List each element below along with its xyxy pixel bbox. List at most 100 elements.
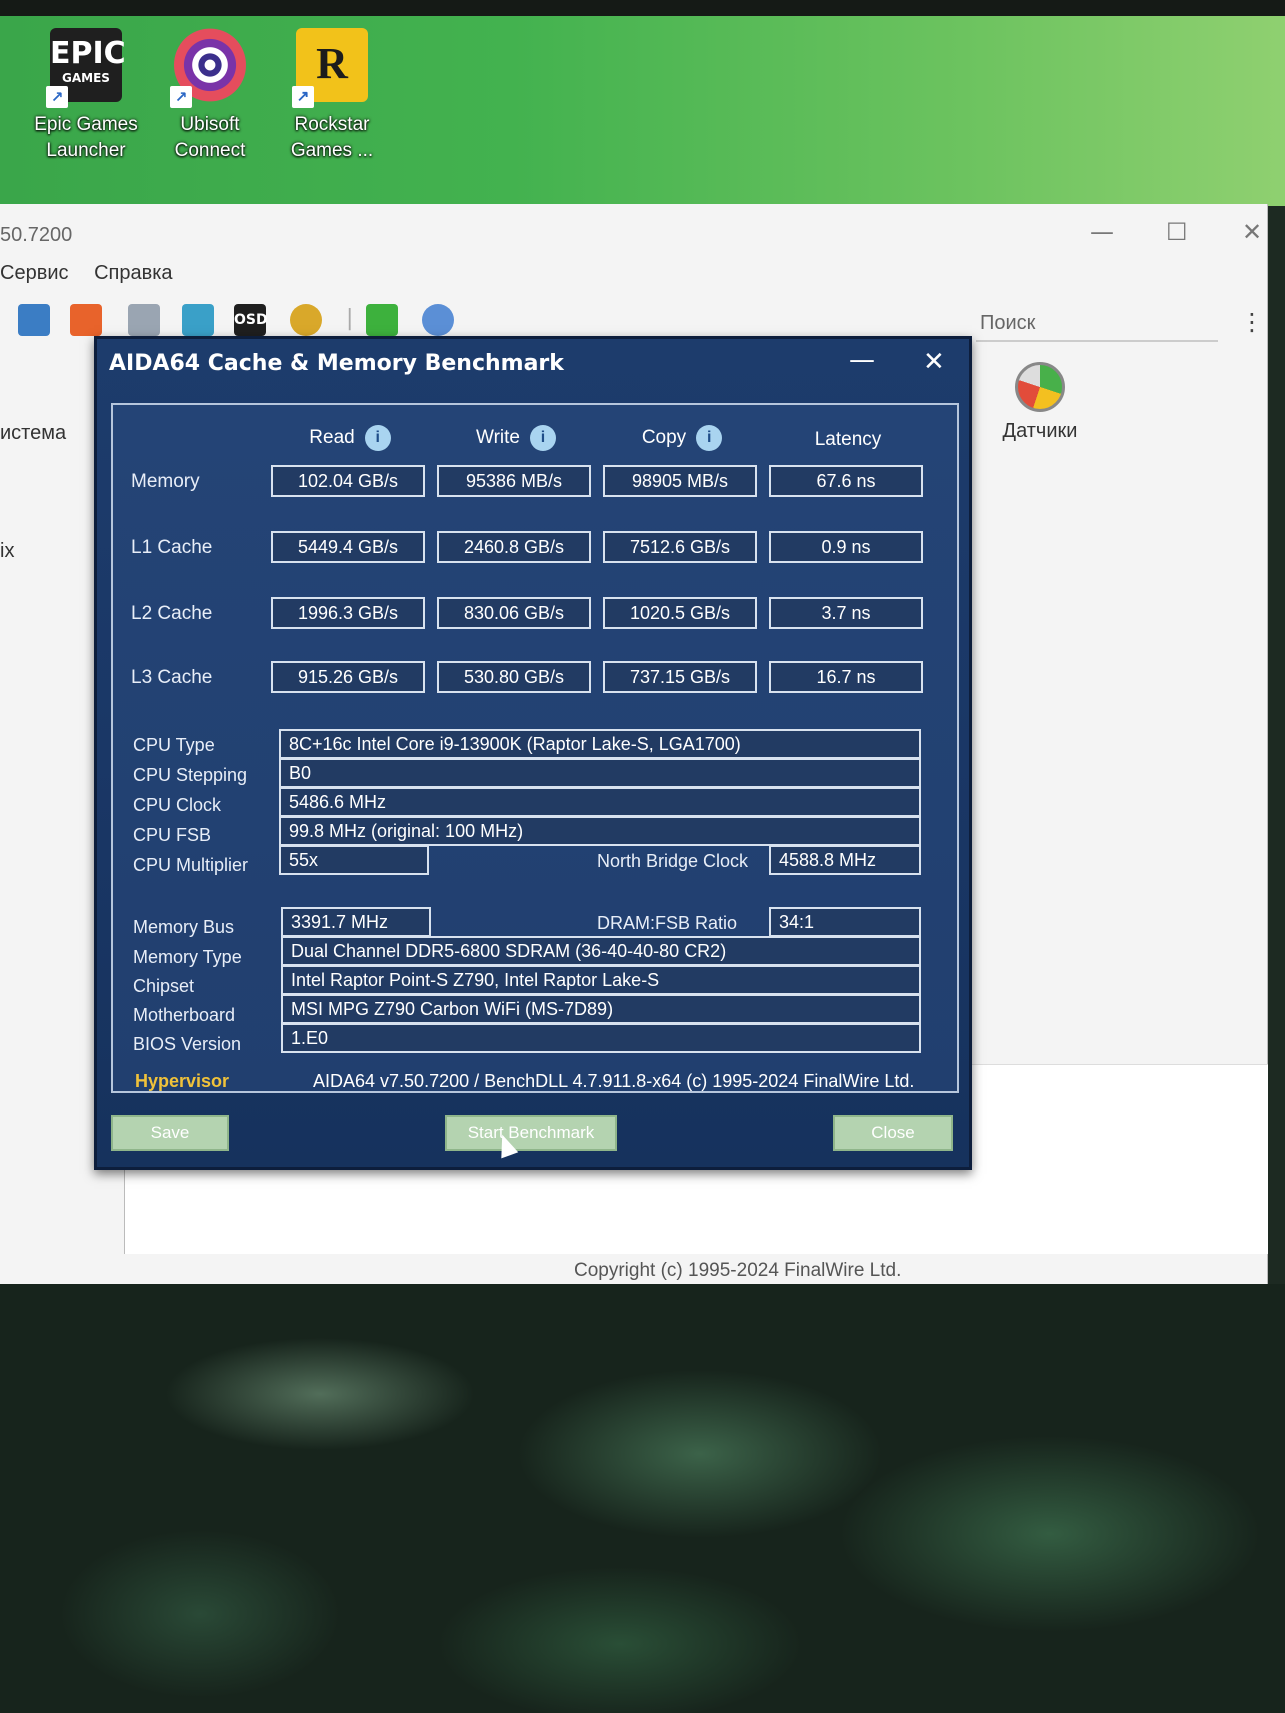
cpu-multiplier-label: CPU Multiplier	[133, 855, 249, 875]
desktop-icon-label: Epic Games	[34, 114, 138, 135]
cpu-clock-label: CPU Clock	[133, 795, 222, 815]
desktop-icon-label: Ubisoft	[180, 114, 240, 135]
users-icon[interactable]	[182, 304, 214, 336]
bios-version-label: BIOS Version	[133, 1034, 242, 1054]
north-bridge-clock-value: 4588.8 MHz	[769, 845, 921, 875]
chipset-label: Chipset	[133, 976, 195, 996]
shortcut-arrow-icon: ↗	[46, 86, 68, 108]
epic-games-icon: EPIC GAMES ↗	[46, 28, 126, 108]
dialog-close-button[interactable]: ✕	[923, 347, 945, 377]
save-button[interactable]: Save	[111, 1115, 229, 1151]
desktop-wallpaper-bottom	[0, 1284, 1285, 1713]
row-label-l1-cache: L1 Cache	[131, 537, 213, 558]
menu-item-help[interactable]: Справка	[94, 262, 172, 284]
row-label-l3-cache: L3 Cache	[131, 667, 213, 688]
cpu-fsb-value: 99.8 MHz (original: 100 MHz)	[279, 816, 921, 846]
close-dialog-button[interactable]: Close	[833, 1115, 953, 1151]
benchmark-results-panel: Read i Write i Copy i Latency Memory 102.04…	[111, 403, 959, 1093]
desktop-icon-epic-games[interactable]: EPIC GAMES ↗ Epic Games Launcher	[26, 28, 146, 164]
sensors-label: Датчики	[1002, 420, 1078, 442]
more-options-icon[interactable]: ⋮	[1240, 308, 1264, 336]
hypervisor-link[interactable]: Hypervisor	[135, 1071, 229, 1092]
l1-latency-value: 0.9 ns	[769, 531, 923, 563]
monitor-bezel	[0, 0, 1285, 16]
computer-icon[interactable]	[18, 304, 50, 336]
column-header-write: Write i	[439, 425, 593, 451]
gauge-icon[interactable]	[290, 304, 322, 336]
motherboard-value: MSI MPG Z790 Carbon WiFi (MS-7D89)	[281, 994, 921, 1024]
report-icon[interactable]	[128, 304, 160, 336]
flame-icon[interactable]	[70, 304, 102, 336]
memory-type-label: Memory Type	[133, 947, 242, 967]
close-button[interactable]: ✕	[1242, 218, 1262, 246]
l2-copy-value: 1020.5 GB/s	[603, 597, 757, 629]
shortcut-arrow-icon: ↗	[170, 86, 192, 108]
desktop-icon-label: Connect	[174, 140, 246, 161]
menu-item-service[interactable]: Сервис	[0, 262, 69, 284]
l1-write-value: 2460.8 GB/s	[437, 531, 591, 563]
info-icon[interactable]: i	[364, 425, 391, 451]
version-text: AIDA64 v7.50.7200 / BenchDLL 4.7.911.8-x…	[313, 1071, 915, 1091]
dram-fsb-ratio-label: DRAM:FSB Ratio	[597, 913, 738, 933]
l1-copy-value: 7512.6 GB/s	[603, 531, 757, 563]
cpu-fsb-label: CPU FSB	[133, 825, 212, 845]
menu-bar: Сервис Справка	[0, 262, 193, 285]
desktop-icon-label: Launcher	[46, 140, 126, 161]
memory-latency-value: 67.6 ns	[769, 465, 923, 497]
memory-copy-value: 98905 MB/s	[603, 465, 757, 497]
dram-fsb-ratio-value: 34:1	[769, 907, 921, 937]
desktop-wallpaper-top: EPIC GAMES ↗ Epic Games Launcher ↗ Ubiso…	[0, 0, 1285, 206]
l2-latency-value: 3.7 ns	[769, 597, 923, 629]
north-bridge-clock-label: North Bridge Clock	[597, 851, 749, 871]
l3-copy-value: 737.15 GB/s	[603, 661, 757, 693]
cpu-stepping-value: B0	[279, 758, 921, 788]
search-icon[interactable]	[422, 304, 454, 336]
window-title: 50.7200	[0, 224, 73, 246]
minimize-button[interactable]: —	[1090, 218, 1114, 246]
memory-bus-value: 3391.7 MHz	[281, 907, 431, 937]
benchmark-dialog: AIDA64 Cache & Memory Benchmark — ✕ Read…	[94, 336, 972, 1170]
cpu-multiplier-value: 55x	[279, 845, 429, 875]
desktop-icon-rockstar[interactable]: R ↗ Rockstar Games ...	[272, 28, 392, 164]
l2-read-value: 1996.3 GB/s	[271, 597, 425, 629]
l1-read-value: 5449.4 GB/s	[271, 531, 425, 563]
cpu-type-value: 8C+16c Intel Core i9-13900K (Raptor Lake…	[279, 729, 921, 759]
bios-version-value: 1.E0	[281, 1023, 921, 1053]
memory-type-value: Dual Channel DDR5-6800 SDRAM (36-40-40-8…	[281, 936, 921, 966]
l3-write-value: 530.80 GB/s	[437, 661, 591, 693]
l3-read-value: 915.26 GB/s	[271, 661, 425, 693]
cpu-type-label: CPU Type	[133, 735, 215, 755]
info-icon[interactable]: i	[696, 425, 723, 451]
cpu-clock-value: 5486.6 MHz	[279, 787, 921, 817]
l3-latency-value: 16.7 ns	[769, 661, 923, 693]
desktop-icon-label: Games ...	[290, 140, 374, 161]
memory-bus-label: Memory Bus	[133, 917, 235, 937]
row-label-memory: Memory	[131, 471, 200, 492]
motherboard-label: Motherboard	[133, 1005, 236, 1025]
start-benchmark-button[interactable]: Start Benchmark	[445, 1115, 617, 1151]
column-header-read: Read i	[273, 425, 427, 451]
memory-write-value: 95386 MB/s	[437, 465, 591, 497]
osd-icon[interactable]: OSD	[234, 304, 268, 336]
rockstar-icon: R ↗	[292, 28, 368, 108]
info-icon[interactable]: i	[529, 425, 556, 451]
chipset-value: Intel Raptor Point-S Z790, Intel Raptor …	[281, 965, 921, 995]
maximize-button[interactable]: ☐	[1166, 218, 1188, 246]
tree-item-system[interactable]: истема	[0, 422, 66, 445]
memory-read-value: 102.04 GB/s	[271, 465, 425, 497]
copyright-text: Copyright (c) 1995-2024 FinalWire Ltd.	[574, 1260, 902, 1281]
tree-item-partial[interactable]: ix	[0, 540, 14, 563]
desktop-icon-ubisoft[interactable]: ↗ Ubisoft Connect	[150, 28, 270, 164]
toolbar-divider: |	[346, 306, 354, 331]
sensors-item[interactable]: Датчики	[990, 362, 1090, 443]
sensors-gauge-icon	[1015, 362, 1065, 412]
column-header-latency: Latency	[814, 429, 882, 450]
download-icon[interactable]	[366, 304, 398, 336]
shortcut-arrow-icon: ↗	[292, 86, 314, 108]
ubisoft-icon: ↗	[170, 28, 246, 108]
search-input[interactable]: Поиск	[976, 306, 1218, 342]
cpu-stepping-label: CPU Stepping	[133, 765, 248, 785]
dialog-minimize-button[interactable]: —	[849, 345, 875, 375]
desktop-icon-label: Rockstar	[294, 114, 370, 135]
l2-write-value: 830.06 GB/s	[437, 597, 591, 629]
